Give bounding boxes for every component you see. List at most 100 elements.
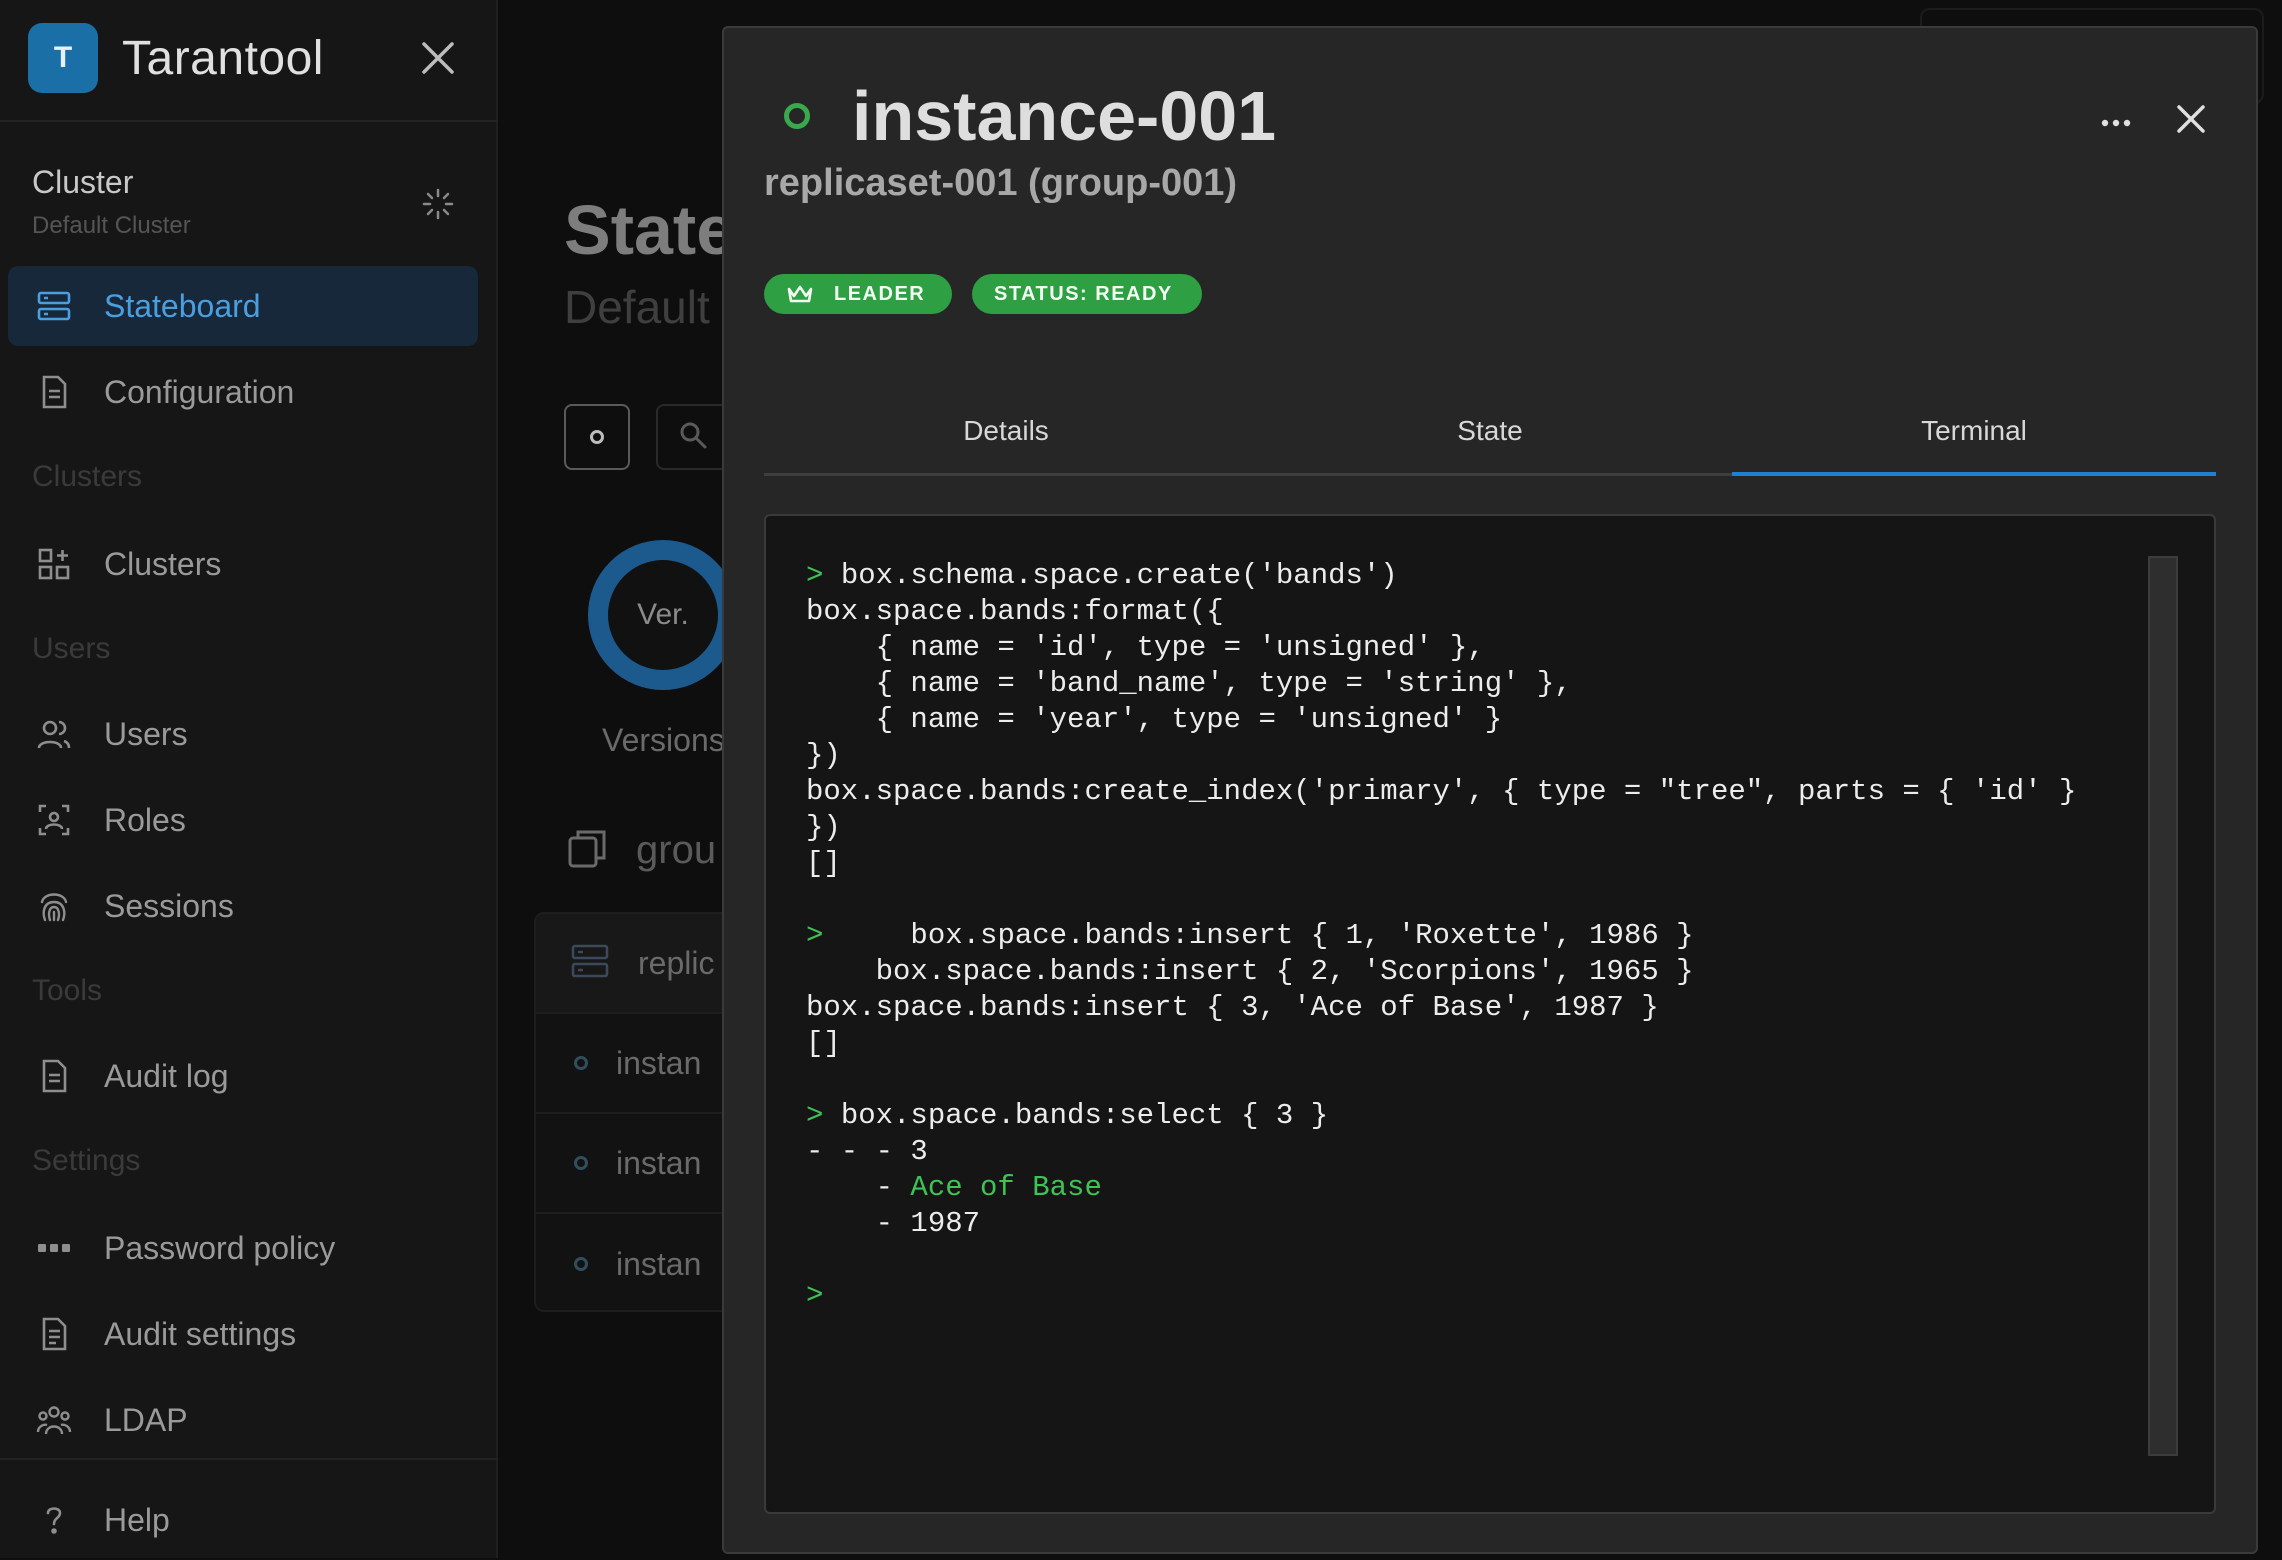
section-users: Users xyxy=(32,632,111,665)
terminal-line: { name = 'band_name', type = 'string' }, xyxy=(806,667,1572,700)
status-dot-icon xyxy=(574,1156,588,1170)
tab-details[interactable]: Details xyxy=(764,388,1248,473)
drawer-tabs: Details State Terminal xyxy=(764,388,2216,476)
terminal-line: box.space.bands:insert { 2, 'Scorpions',… xyxy=(806,955,1694,988)
list-item[interactable]: instan xyxy=(536,1214,732,1310)
sidebar-divider xyxy=(0,120,498,122)
prompt: > xyxy=(806,919,824,952)
terminal-line: - - - xyxy=(806,1135,911,1168)
document-icon xyxy=(34,372,74,412)
terminal-line: - xyxy=(806,1171,911,1204)
sidebar-item-label: Configuration xyxy=(104,373,295,410)
instance-name: instan xyxy=(616,1144,702,1181)
leader-badge-label: LEADER xyxy=(834,282,926,305)
terminal-output: > box.schema.space.create('bands') box.s… xyxy=(806,558,2146,1314)
sidebar-item-sessions[interactable]: Sessions xyxy=(8,866,478,946)
sidebar-item-ldap[interactable]: LDAP xyxy=(8,1380,478,1460)
status-dot-icon xyxy=(574,1056,588,1070)
more-options-icon[interactable] xyxy=(2094,108,2138,138)
prompt: > xyxy=(806,559,824,592)
app-name: Tarantool xyxy=(122,31,324,85)
sidebar-item-clusters[interactable]: Clusters xyxy=(8,524,478,604)
sidebar-item-users[interactable]: Users xyxy=(8,694,478,774)
document-settings-icon xyxy=(34,1314,74,1354)
replicaset-name: replic xyxy=(638,944,715,981)
versions-donut: Ver. xyxy=(588,540,738,690)
tarantool-logo: T xyxy=(28,23,98,93)
status-badge: STATUS: READY xyxy=(972,274,1202,314)
terminal-scrollbar[interactable] xyxy=(2148,556,2178,1456)
terminal-console[interactable]: > box.schema.space.create('bands') box.s… xyxy=(764,514,2216,1514)
sidebar-item-audit-settings[interactable]: Audit settings xyxy=(8,1294,478,1374)
tab-state[interactable]: State xyxy=(1248,388,1732,473)
instance-title: instance-001 xyxy=(852,77,1277,155)
copy-group-icon xyxy=(566,826,610,875)
stateboard-icon xyxy=(570,943,610,984)
terminal-line: box.space.bands:select { 3 } xyxy=(840,1099,1329,1132)
stateboard-icon xyxy=(34,286,74,326)
sidebar-item-label: Clusters xyxy=(104,545,222,582)
users-icon xyxy=(34,714,74,754)
sidebar-item-password-policy[interactable]: Password policy xyxy=(8,1208,478,1288)
terminal-line: }) xyxy=(806,739,841,772)
document-icon xyxy=(34,1056,74,1096)
terminal-line: - xyxy=(806,1207,911,1240)
replicaset-row[interactable]: replic xyxy=(536,914,732,1014)
list-item[interactable]: instan xyxy=(536,1114,732,1214)
terminal-line: box.space.bands:insert { 3, 'Ace of Base… xyxy=(806,991,1659,1024)
instance-drawer: instance-001 replicaset-001 (group-001) … xyxy=(722,26,2258,1554)
terminal-line: box.space.bands:insert { 1, 'Roxette', 1… xyxy=(840,919,1694,952)
terminal-line: 3 xyxy=(910,1135,928,1168)
status-filter-icon xyxy=(590,430,604,444)
versions-label: Versions xyxy=(602,722,725,758)
sidebar-item-roles[interactable]: Roles xyxy=(8,780,478,860)
prompt: > xyxy=(806,1099,824,1132)
donut-label: Ver. xyxy=(637,598,689,631)
sidebar-item-configuration[interactable]: Configuration xyxy=(8,352,478,432)
instance-name: instan xyxy=(616,1245,702,1282)
question-icon xyxy=(34,1500,74,1540)
crown-icon xyxy=(786,284,814,304)
sidebar: T Tarantool Cluster Default Cluster Stat… xyxy=(0,0,498,1558)
replicaset-card: replic instan instan instan xyxy=(534,912,734,1312)
status-ring-icon xyxy=(784,103,810,129)
sidebar-item-label: Users xyxy=(104,715,188,752)
page-title: State xyxy=(564,191,736,269)
sidebar-item-label: Roles xyxy=(104,801,186,838)
status-badge-label: STATUS: READY xyxy=(994,282,1173,305)
password-dots-icon xyxy=(34,1228,74,1268)
grid-plus-icon xyxy=(34,544,74,584)
tab-terminal[interactable]: Terminal xyxy=(1732,388,2216,476)
sidebar-item-help[interactable]: Help xyxy=(8,1480,478,1560)
cluster-subtitle: Default Cluster xyxy=(32,212,191,239)
prompt: > xyxy=(806,1279,824,1312)
group-label: grou xyxy=(636,828,717,872)
cluster-select-icon[interactable] xyxy=(420,186,456,222)
group-icon xyxy=(34,1400,74,1440)
sidebar-item-audit-log[interactable]: Audit log xyxy=(8,1036,478,1116)
fingerprint-icon xyxy=(34,886,74,926)
leader-badge: LEADER xyxy=(764,274,952,314)
terminal-line: { name = 'year', type = 'unsigned' } xyxy=(806,703,1503,736)
terminal-string-value: Ace of Base xyxy=(910,1171,1102,1204)
sidebar-item-stateboard[interactable]: Stateboard xyxy=(8,266,478,346)
cluster-title: Cluster xyxy=(32,164,134,200)
sidebar-item-label: Audit settings xyxy=(104,1315,297,1352)
terminal-line: box.space.bands:create_index('primary', … xyxy=(806,775,2077,808)
terminal-line: }) xyxy=(806,811,841,844)
instance-name: instan xyxy=(616,1044,702,1081)
drawer-close-icon[interactable] xyxy=(2170,98,2212,140)
sidebar-item-label: LDAP xyxy=(104,1401,188,1438)
sidebar-close-icon[interactable] xyxy=(418,38,458,78)
brand[interactable]: T Tarantool xyxy=(28,22,324,94)
instance-subtitle: replicaset-001 (group-001) xyxy=(764,162,1238,204)
search-icon xyxy=(678,420,708,455)
filter-button[interactable] xyxy=(564,404,630,470)
terminal-line: [] xyxy=(806,847,841,880)
list-item[interactable]: instan xyxy=(536,1014,732,1114)
terminal-line: 1987 xyxy=(910,1207,981,1240)
terminal-line: box.space.bands:format({ xyxy=(806,595,1224,628)
sidebar-item-label: Help xyxy=(104,1501,170,1538)
role-badge-icon xyxy=(34,800,74,840)
group-header[interactable]: grou xyxy=(566,826,716,875)
